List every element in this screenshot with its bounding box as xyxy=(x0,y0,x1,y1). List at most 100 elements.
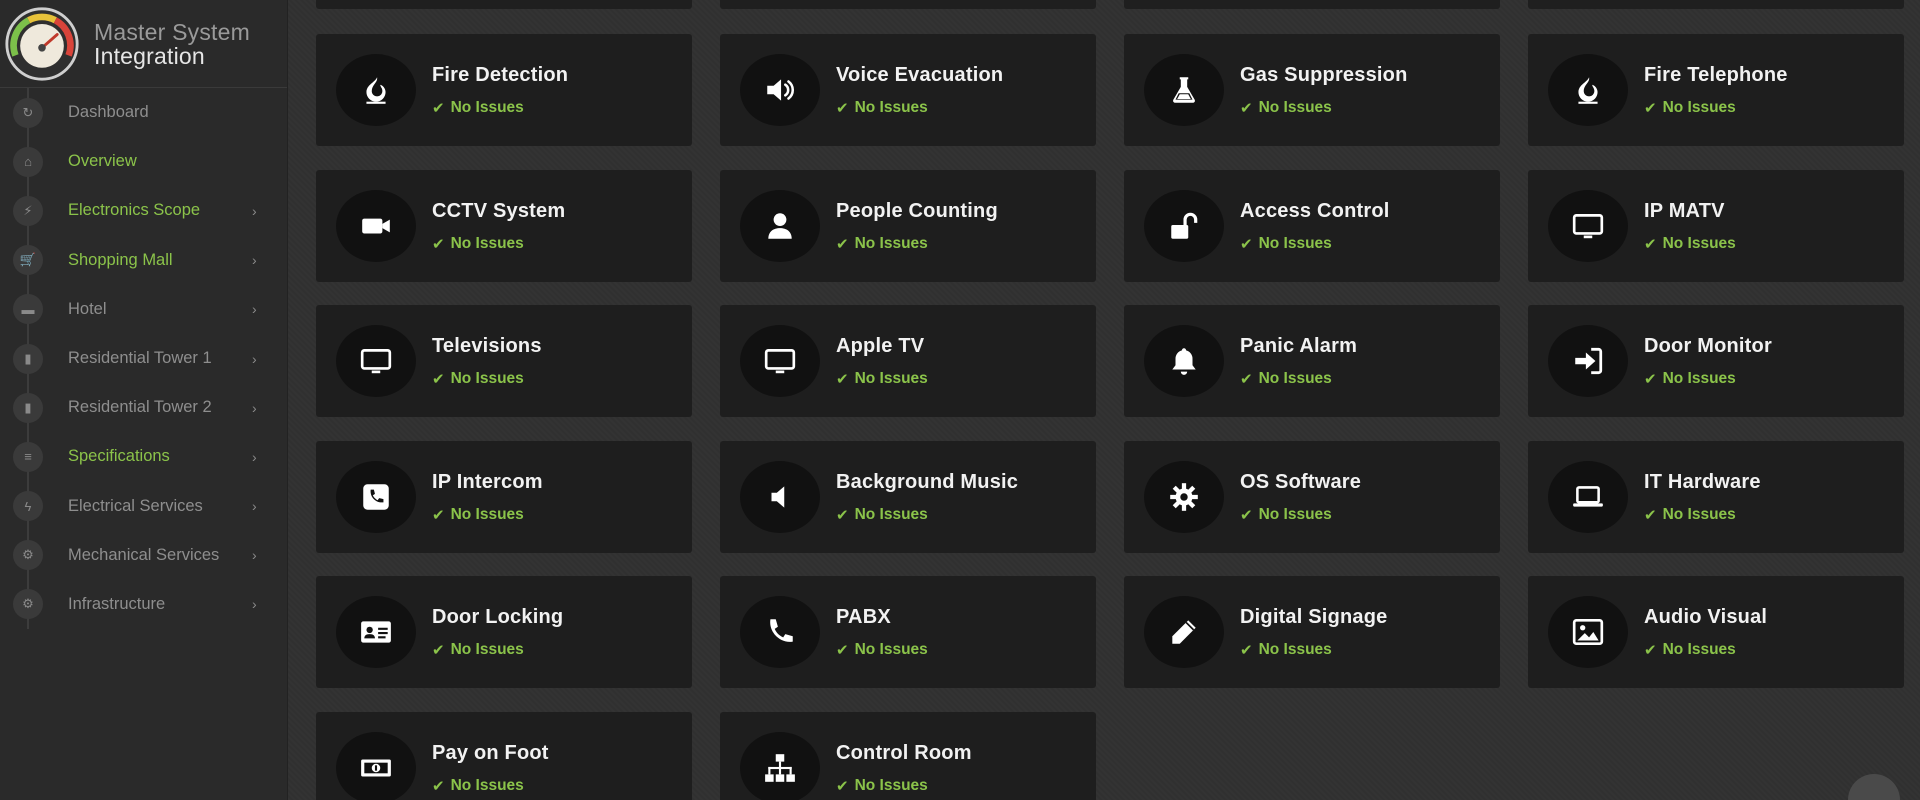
status-text: No Issues xyxy=(854,234,928,252)
tile-title: IP Intercom xyxy=(432,470,543,493)
check-icon: ✔ xyxy=(1644,235,1657,253)
chevron-right-icon: › xyxy=(252,448,257,465)
check-icon: ✔ xyxy=(836,371,849,388)
sign-in-icon xyxy=(1548,325,1628,397)
sidebar-item-electronics-scope[interactable]: ⚡ Electronics Scope › xyxy=(0,186,287,235)
tile-pay-on-foot[interactable]: Pay on Foot ✔ No Issues xyxy=(316,711,692,800)
id-card-icon xyxy=(336,596,416,668)
check-icon: ✔ xyxy=(836,642,849,659)
status-badge: ✔ No Issues xyxy=(432,777,524,795)
tile-apple-tv[interactable]: Apple TV ✔ No Issues xyxy=(720,305,1096,417)
chevron-right-icon: › xyxy=(252,498,257,515)
tile-fire-telephone[interactable]: Fire Telephone ✔ No Issues xyxy=(1528,34,1904,146)
status-text: No Issues xyxy=(1662,641,1736,658)
status-text: No Issues xyxy=(854,370,928,387)
phone-icon xyxy=(740,596,820,668)
sidebar-item-label: Dashboard xyxy=(68,103,149,122)
sidebar-item-specifications[interactable]: ≡ Specifications › xyxy=(0,432,287,481)
check-icon: ✔ xyxy=(836,235,849,253)
tile-background-music[interactable]: Background Music ✔ No Issues xyxy=(720,440,1096,553)
tile-ip-matv[interactable]: IP MATV ✔ No Issues xyxy=(1528,169,1904,282)
tile-title: Panic Alarm xyxy=(1240,335,1358,357)
sidebar-item-label: Infrastructure xyxy=(68,594,166,613)
status-text: No Issues xyxy=(450,370,524,387)
system-tiles-grid: Fire Detection ✔ No Issues Voice Evacuation… xyxy=(316,34,1904,800)
sidebar-item-hotel[interactable]: ▬ Hotel › xyxy=(0,285,287,334)
brand-header[interactable]: Master System Integration xyxy=(0,0,287,88)
tile-title: Pay on Foot xyxy=(432,741,549,764)
check-icon: ✔ xyxy=(836,777,849,795)
chevron-right-icon: › xyxy=(252,399,257,416)
fire-icon xyxy=(336,54,416,126)
sidebar-item-dashboard[interactable]: ↻ Dashboard xyxy=(0,88,287,137)
tile-voice-evacuation[interactable]: Voice Evacuation ✔ No Issues xyxy=(720,34,1096,146)
tile-audio-visual[interactable]: Audio Visual ✔ No Issues xyxy=(1528,576,1904,688)
dashboard-icon: ↻ xyxy=(13,97,43,128)
shopping-mall-icon: 🛒 xyxy=(13,245,43,276)
status-text: No Issues xyxy=(450,776,524,794)
fire-icon xyxy=(1548,54,1628,126)
check-icon: ✔ xyxy=(836,506,849,524)
check-icon: ✔ xyxy=(432,235,445,253)
sidebar-item-mechanical-services[interactable]: ⚙ Mechanical Services › xyxy=(0,531,287,580)
image-icon xyxy=(1548,596,1628,668)
sidebar-item-label: Electrical Services xyxy=(68,496,203,515)
pencil-icon xyxy=(1144,596,1224,668)
specifications-icon: ≡ xyxy=(13,441,43,472)
sidebar-item-label: Specifications xyxy=(68,447,170,466)
tile-door-monitor[interactable]: Door Monitor ✔ No Issues xyxy=(1528,305,1904,417)
status-text: No Issues xyxy=(854,505,928,523)
sidebar-item-label: Overview xyxy=(68,152,137,171)
status-text: No Issues xyxy=(450,234,524,252)
sidebar-item-shopping-mall[interactable]: 🛒 Shopping Mall › xyxy=(0,236,287,285)
status-text: No Issues xyxy=(1258,234,1332,252)
sidebar-item-label: Electronics Scope xyxy=(68,201,201,220)
tile-title: Gas Suppression xyxy=(1240,64,1408,86)
status-badge: ✔ No Issues xyxy=(1644,641,1736,659)
chevron-right-icon: › xyxy=(252,252,257,269)
tile-door-locking[interactable]: Door Locking ✔ No Issues xyxy=(316,576,692,688)
status-badge: ✔ No Issues xyxy=(432,99,524,117)
status-badge: ✔ No Issues xyxy=(1644,235,1736,253)
status-badge: ✔ No Issues xyxy=(836,235,928,253)
sidebar-item-infrastructure[interactable]: ⚙ Infrastructure › xyxy=(0,580,287,629)
gear-icon xyxy=(1144,460,1224,533)
tile-title: CCTV System xyxy=(432,199,566,222)
tile-title: Audio Visual xyxy=(1644,606,1768,628)
tile-ip-intercom[interactable]: IP Intercom ✔ No Issues xyxy=(316,440,692,553)
tile-fire-detection[interactable]: Fire Detection ✔ No Issues xyxy=(316,34,692,146)
electrical-services-icon: ϟ xyxy=(13,491,43,522)
status-badge: ✔ No Issues xyxy=(1240,641,1332,659)
status-text: No Issues xyxy=(1662,99,1736,116)
sidebar-item-overview[interactable]: ⌂ Overview xyxy=(0,137,287,186)
tile-cctv-system[interactable]: CCTV System ✔ No Issues xyxy=(316,169,692,282)
main-content: Fire Detection ✔ No Issues Voice Evacuation… xyxy=(288,0,1920,800)
sidebar-nav: ↻ Dashboard ⌂ Overview ⚡ Electronics Scope › 🛒 S… xyxy=(0,88,287,630)
status-text: No Issues xyxy=(854,776,928,794)
chevron-right-icon: › xyxy=(252,202,257,219)
tile-access-control[interactable]: Access Control ✔ No Issues xyxy=(1124,169,1500,282)
tile-edge xyxy=(1124,0,1500,9)
user-icon xyxy=(740,189,820,262)
tile-it-hardware[interactable]: IT Hardware ✔ No Issues xyxy=(1528,440,1904,553)
tile-digital-signage[interactable]: Digital Signage ✔ No Issues xyxy=(1124,576,1500,688)
tile-panic-alarm[interactable]: Panic Alarm ✔ No Issues xyxy=(1124,305,1500,417)
tile-os-software[interactable]: OS Software ✔ No Issues xyxy=(1124,440,1500,553)
sidebar-item-residential-tower-2[interactable]: ▮ Residential Tower 2 › xyxy=(0,383,287,432)
tile-people-counting[interactable]: People Counting ✔ No Issues xyxy=(720,169,1096,282)
tile-title: Access Control xyxy=(1240,199,1390,222)
status-text: No Issues xyxy=(1258,99,1332,116)
sidebar-item-residential-tower-1[interactable]: ▮ Residential Tower 1 › xyxy=(0,334,287,383)
tile-title: Fire Detection xyxy=(432,64,569,86)
sidebar-item-electrical-services[interactable]: ϟ Electrical Services › xyxy=(0,482,287,531)
tile-televisions[interactable]: Televisions ✔ No Issues xyxy=(316,305,692,417)
tile-pabx[interactable]: PABX ✔ No Issues xyxy=(720,576,1096,688)
tile-control-room[interactable]: Control Room ✔ No Issues xyxy=(720,711,1096,800)
status-badge: ✔ No Issues xyxy=(836,99,928,117)
tile-gas-suppression[interactable]: Gas Suppression ✔ No Issues xyxy=(1124,34,1500,146)
sitemap-icon xyxy=(740,731,820,800)
status-badge: ✔ No Issues xyxy=(1240,370,1332,388)
status-text: No Issues xyxy=(854,641,928,658)
status-text: No Issues xyxy=(1258,370,1332,387)
sidebar-item-label: Residential Tower 1 xyxy=(68,349,212,368)
